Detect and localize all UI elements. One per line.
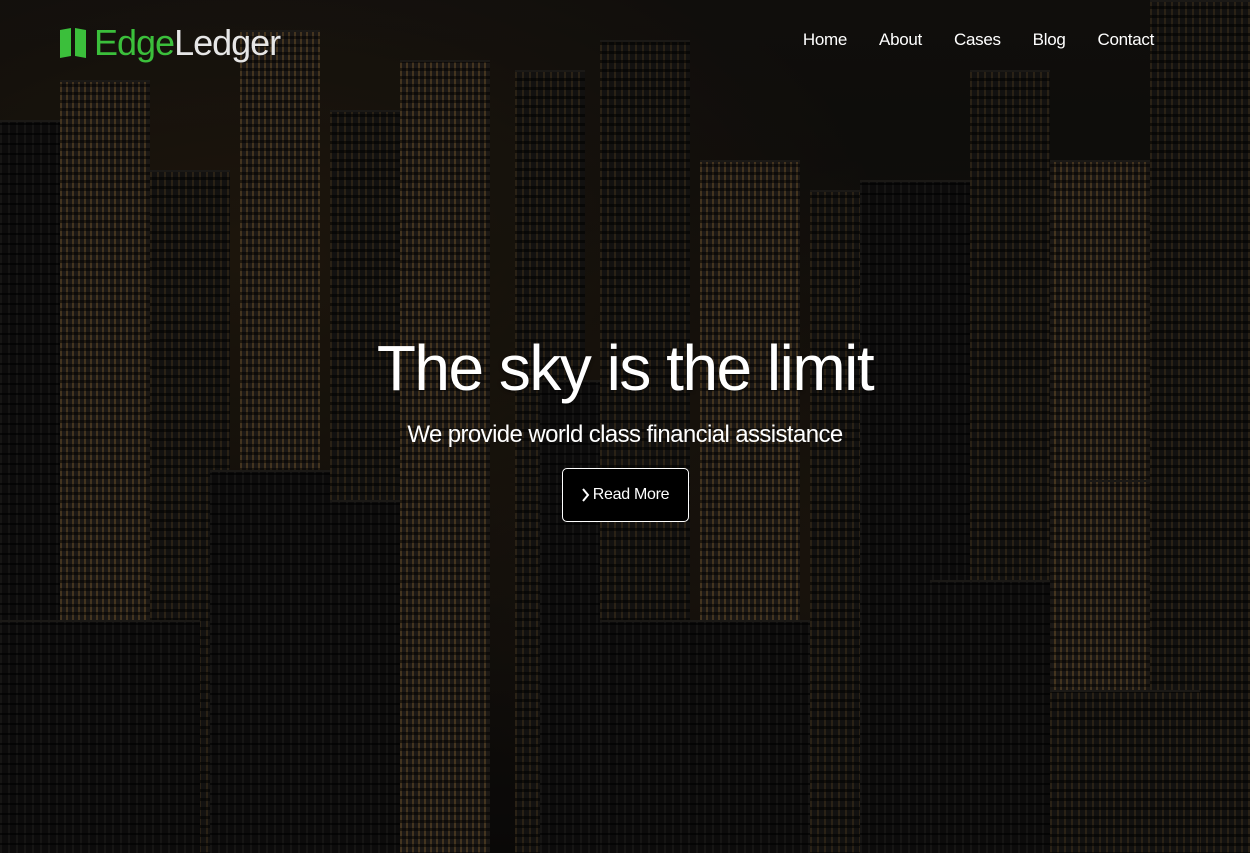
nav-item-blog[interactable]: Blog [1017,30,1082,50]
book-icon [58,26,88,60]
brand-logo[interactable]: Edge Ledger [58,22,281,64]
hero-title: The sky is the limit [376,332,875,404]
chevron-right-icon [581,488,590,502]
nav-item-home[interactable]: Home [787,30,863,50]
read-more-button[interactable]: Read More [561,468,689,522]
nav-menu: Home About Cases Blog Contact [787,30,1170,50]
brand-name-part1: Edge [94,22,175,63]
nav-item-cases[interactable]: Cases [938,30,1017,50]
nav-item-about[interactable]: About [863,30,938,50]
read-more-label: Read More [592,486,670,503]
hero-section: Edge Ledger Home About Cases Blog Contact… [0,0,1250,853]
hero-content: The sky is the limit We provide world cl… [0,330,1250,522]
top-navbar: Edge Ledger Home About Cases Blog Contact [0,0,1250,86]
hero-subtitle: We provide world class financial assista… [407,421,843,448]
brand-name-part2: Ledger [174,22,281,63]
nav-item-contact[interactable]: Contact [1082,30,1171,50]
